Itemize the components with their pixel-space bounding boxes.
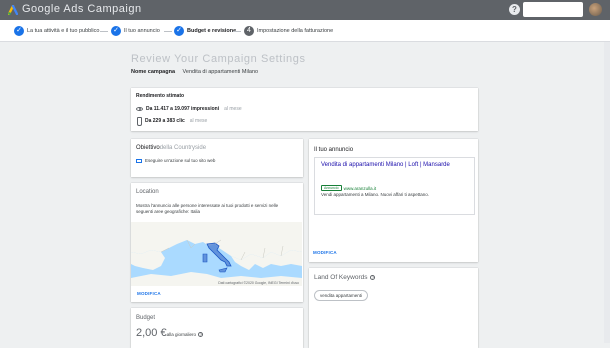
check-icon: ✓ (174, 26, 184, 36)
scrollbar[interactable] (604, 42, 610, 343)
eye-icon (136, 107, 143, 111)
map-credit: Dati cartografici ©2020 Google, INEGI Te… (218, 281, 299, 285)
step-label: Il tuo annuncio (124, 28, 160, 34)
step-budget-review[interactable]: ✓ Budget e revisione (174, 25, 236, 37)
help-icon[interactable]: ? (509, 4, 520, 15)
ad-preview: Vendita di appartamenti Milano | Loft | … (314, 157, 475, 215)
step-connector (100, 31, 108, 32)
campaign-name-value: Vendita di appartamenti Milano (182, 69, 259, 75)
ad-badge: Annuncio (321, 185, 342, 191)
performance-card: Rendimento stimato Da 11.417 a 19.097 im… (131, 88, 478, 131)
objective-title: Obiettivodella Countryside (136, 145, 206, 151)
step-label: La tua attività e il tuo pubblico (27, 28, 100, 34)
ad-url-row: Annuncio www.aranzulla.it (321, 185, 376, 191)
budget-value: 2,00 € (136, 327, 167, 339)
keywords-title: Land Of Keywords ? (314, 274, 376, 281)
campaign-name-label: Nome campagna (131, 69, 176, 75)
performance-title: Rendimento stimato (136, 93, 185, 99)
app-title: Google Ads Campaign (22, 3, 142, 15)
budget-unit: ...alla giornaliero (163, 332, 197, 337)
budget-unit-row: ...alla giornaliero ? (163, 332, 204, 338)
avatar[interactable] (589, 3, 602, 16)
step-label: Budget e revisione (187, 28, 237, 34)
search-input[interactable] (523, 2, 583, 17)
impressions-value: Da 11.417 a 19.097 impressioni (146, 106, 220, 112)
step-connector (164, 31, 172, 32)
info-icon[interactable]: ? (370, 274, 376, 280)
step-your-ad[interactable]: ✓ Il tuo annuncio (111, 25, 160, 37)
keywords-card: Land Of Keywords ? vendita appartamenti (309, 268, 478, 348)
ad-modify-link[interactable]: MODIFICA (313, 250, 337, 255)
ad-description: Vendi appartamenti a Milano. Nuovi affar… (321, 192, 429, 197)
location-map[interactable]: Dati cartografici ©2020 Google, INEGI Te… (131, 222, 302, 286)
location-modify-link[interactable]: MODIFICA (137, 291, 161, 296)
objective-action: Eseguire un'azione sul tuo sito web (136, 158, 215, 163)
location-title: Location (136, 189, 159, 195)
page-title: Review Your Campaign Settings (131, 53, 306, 65)
ad-url: www.aranzulla.it (343, 185, 377, 191)
budget-card: Budget 2,00 € ...alla giornaliero ? (131, 308, 303, 348)
objective-action-label: Eseguire un'azione sul tuo sito web (145, 158, 216, 163)
step-connector (233, 31, 241, 32)
google-ads-logo-icon (8, 5, 18, 15)
top-bar: Google Ads Campaign ? (0, 0, 610, 20)
location-description: Mostra l'annuncio alle persone interessa… (136, 203, 279, 214)
info-icon[interactable]: ? (198, 332, 204, 338)
keyword-chip[interactable]: vendita appartamenti (314, 290, 369, 301)
ad-headline: Vendita di appartamenti Milano | Loft | … (321, 162, 450, 168)
budget-title: Budget (136, 315, 156, 321)
step-label: Impostazione della fatturazione (257, 28, 334, 34)
mouse-click-icon (136, 117, 142, 126)
check-icon: ✓ (111, 26, 121, 36)
step-number: 4 (244, 26, 254, 36)
clicks-unit: al mese (189, 117, 208, 124)
objective-title-text: Obiettivo (136, 145, 160, 151)
keywords-title-text: Land Of Keywords (314, 274, 368, 281)
location-card: Location Mostra l'annuncio alle persone … (131, 183, 303, 302)
map-graphic (131, 222, 302, 286)
step-billing[interactable]: 4 Impostazione della fatturazione (244, 25, 333, 37)
check-icon: ✓ (14, 26, 24, 36)
campaign-name-row: Nome campagna Vendita di appartamenti Mi… (131, 69, 258, 75)
progress-stepper: ✓ La tua attività e il tuo pubblico ✓ Il… (0, 20, 610, 42)
objective-title-faint: della Countryside (159, 145, 207, 151)
ad-card: Il tuo annuncio Vendita di appartamenti … (309, 139, 478, 262)
impressions-unit: al mese (224, 106, 242, 112)
step-business-audience[interactable]: ✓ La tua attività e il tuo pubblico (14, 25, 99, 37)
impressions-row: Da 11.417 a 19.097 impressioni al mese (136, 106, 242, 112)
clicks-value: Da 229 a 383 clic (145, 117, 185, 124)
ad-title: Il tuo annuncio (314, 147, 354, 153)
objective-card: Obiettivodella Countryside Eseguire un'a… (131, 139, 303, 177)
web-action-icon (136, 158, 142, 163)
clicks-row: Da 229 a 383 clic al mese (136, 117, 208, 126)
